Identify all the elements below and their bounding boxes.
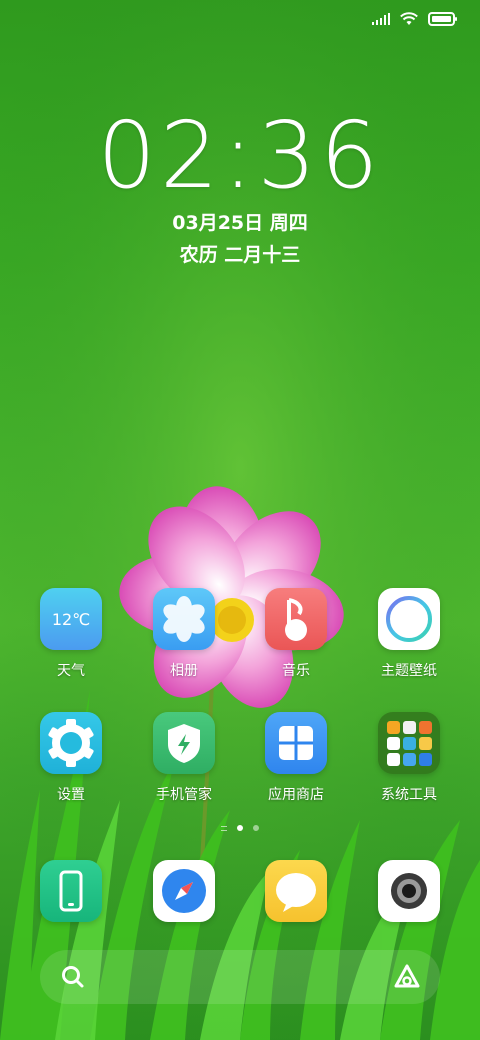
search-icon[interactable] [60, 964, 86, 994]
signal-icon [372, 13, 390, 25]
app-store[interactable]: 应用商店 [241, 712, 351, 804]
app-themes[interactable]: 主题壁纸 [354, 588, 464, 680]
weather-temperature: 12℃ [51, 609, 91, 629]
folder-icon [378, 712, 440, 774]
app-store-icon [265, 712, 327, 774]
app-music[interactable]: 音乐 [241, 588, 351, 680]
app-label-security: 手机管家 [156, 787, 212, 803]
app-label-weather: 天气 [57, 663, 85, 679]
search-bar[interactable] [40, 950, 440, 1004]
app-settings[interactable]: 设置 [16, 712, 126, 804]
app-label-store: 应用商店 [268, 787, 324, 803]
app-gallery[interactable]: 相册 [129, 588, 239, 680]
app-label-gallery: 相册 [170, 663, 198, 679]
page-dot-2[interactable] [253, 825, 259, 831]
page-indicator [0, 825, 480, 831]
settings-icon [40, 712, 102, 774]
wifi-icon [400, 12, 418, 26]
dock-messages[interactable] [241, 860, 351, 922]
lunar-date: 农历 二月十三 [179, 244, 301, 266]
music-icon [265, 588, 327, 650]
page-dot-1[interactable] [237, 825, 243, 831]
app-label-settings: 设置 [57, 787, 85, 803]
dock-phone[interactable] [16, 860, 126, 922]
messages-icon [265, 860, 327, 922]
clock-time[interactable]: 02:36 [0, 110, 480, 202]
app-label-system-tools: 系统工具 [381, 787, 437, 803]
status-bar [372, 8, 458, 30]
assistant-icon[interactable] [392, 962, 422, 996]
gallery-icon [153, 588, 215, 650]
folder-system-tools[interactable]: 系统工具 [354, 712, 464, 804]
app-security[interactable]: 手机管家 [129, 712, 239, 804]
dock-camera[interactable] [354, 860, 464, 922]
security-icon [153, 712, 215, 774]
dock-browser[interactable] [129, 860, 239, 922]
page-dot-list[interactable] [221, 825, 227, 831]
weather-icon: 12℃ [40, 588, 102, 650]
app-label-themes: 主题壁纸 [381, 663, 437, 679]
camera-icon [378, 860, 440, 922]
battery-icon [428, 12, 458, 26]
browser-icon [153, 860, 215, 922]
app-weather[interactable]: 12℃ 天气 [16, 588, 126, 680]
phone-icon [40, 860, 102, 922]
clock-date: 03月25日 周四 [172, 212, 308, 234]
theme-icon [378, 588, 440, 650]
app-label-music: 音乐 [282, 663, 310, 679]
